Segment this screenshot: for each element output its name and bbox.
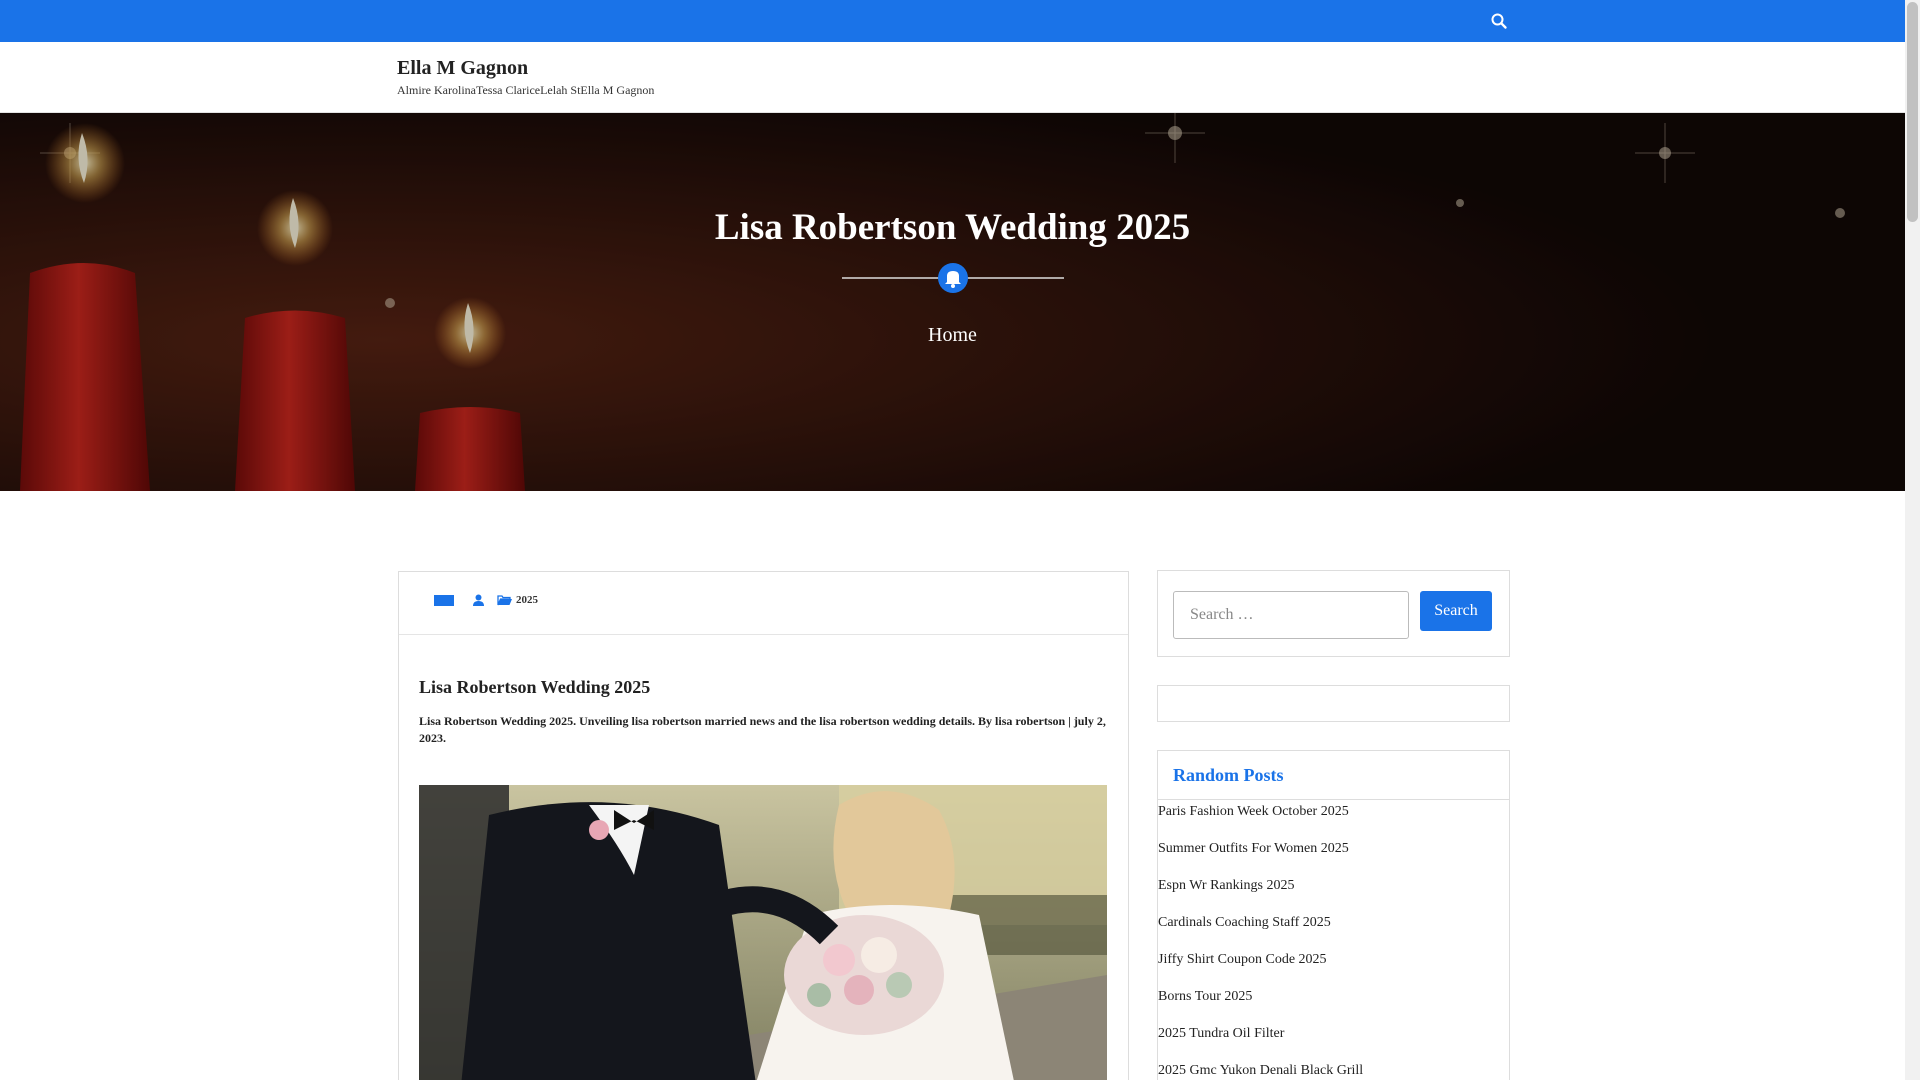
page: Ella M Gagnon Almire KarolinaTessa Clari… [0,0,1905,1080]
random-posts-header: Random Posts [1158,751,1509,800]
post-card: 2025 Lisa Robertson Wedding 2025 Lisa Ro… [398,571,1129,1080]
search-icon[interactable] [1490,12,1508,30]
post-meta: 2025 [399,572,1128,635]
calendar-icon [434,595,454,606]
post-category-link[interactable]: 2025 [516,594,538,606]
breadcrumb-home[interactable]: Home [0,324,1905,347]
post-title[interactable]: Lisa Robertson Wedding 2025 [419,677,650,698]
search-input[interactable] [1173,591,1409,639]
folder-open-icon [497,595,512,606]
hero-title: Lisa Robertson Wedding 2025 [714,207,1191,248]
random-posts-widget: Random Posts Paris Fashion Week October … [1157,750,1510,1080]
site-header: Ella M Gagnon Almire KarolinaTessa Clari… [0,42,1905,113]
random-post-link[interactable]: Cardinals Coaching Staff 2025 [1158,912,1509,949]
random-post-link[interactable]: Paris Fashion Week October 2025 [1158,801,1509,838]
random-post-link[interactable]: Summer Outfits For Women 2025 [1158,838,1509,875]
user-icon[interactable] [473,594,484,606]
hero-banner: Lisa Robertson Wedding 2025 Home [0,113,1905,491]
site-description: Almire KarolinaTessa ClariceLelah StElla… [397,83,655,97]
random-posts-list: Paris Fashion Week October 2025 Summer O… [1158,801,1509,1080]
post-excerpt: Lisa Robertson Wedding 2025. Unveiling l… [419,714,1106,745]
scrollbar-thumb[interactable] [1907,2,1918,222]
random-post-link[interactable]: 2025 Tundra Oil Filter [1158,1023,1509,1060]
sidebar-empty-widget [1157,685,1510,722]
top-bar [0,0,1905,42]
random-post-link[interactable]: 2025 Gmc Yukon Denali Black Grill [1158,1060,1509,1080]
hero-background-image [0,113,1905,491]
sidebar-search-widget: Search [1157,570,1510,657]
search-button[interactable]: Search [1420,591,1492,631]
random-post-link[interactable]: Espn Wr Rankings 2025 [1158,875,1509,912]
wedding-photo [419,785,1107,1080]
random-posts-heading: Random Posts [1173,765,1284,785]
random-post-link[interactable]: Borns Tour 2025 [1158,986,1509,1023]
random-post-link[interactable]: Jiffy Shirt Coupon Code 2025 [1158,949,1509,986]
site-title[interactable]: Ella M Gagnon [397,57,528,80]
hero-divider [842,263,1064,293]
post-featured-image[interactable] [419,785,1107,1080]
